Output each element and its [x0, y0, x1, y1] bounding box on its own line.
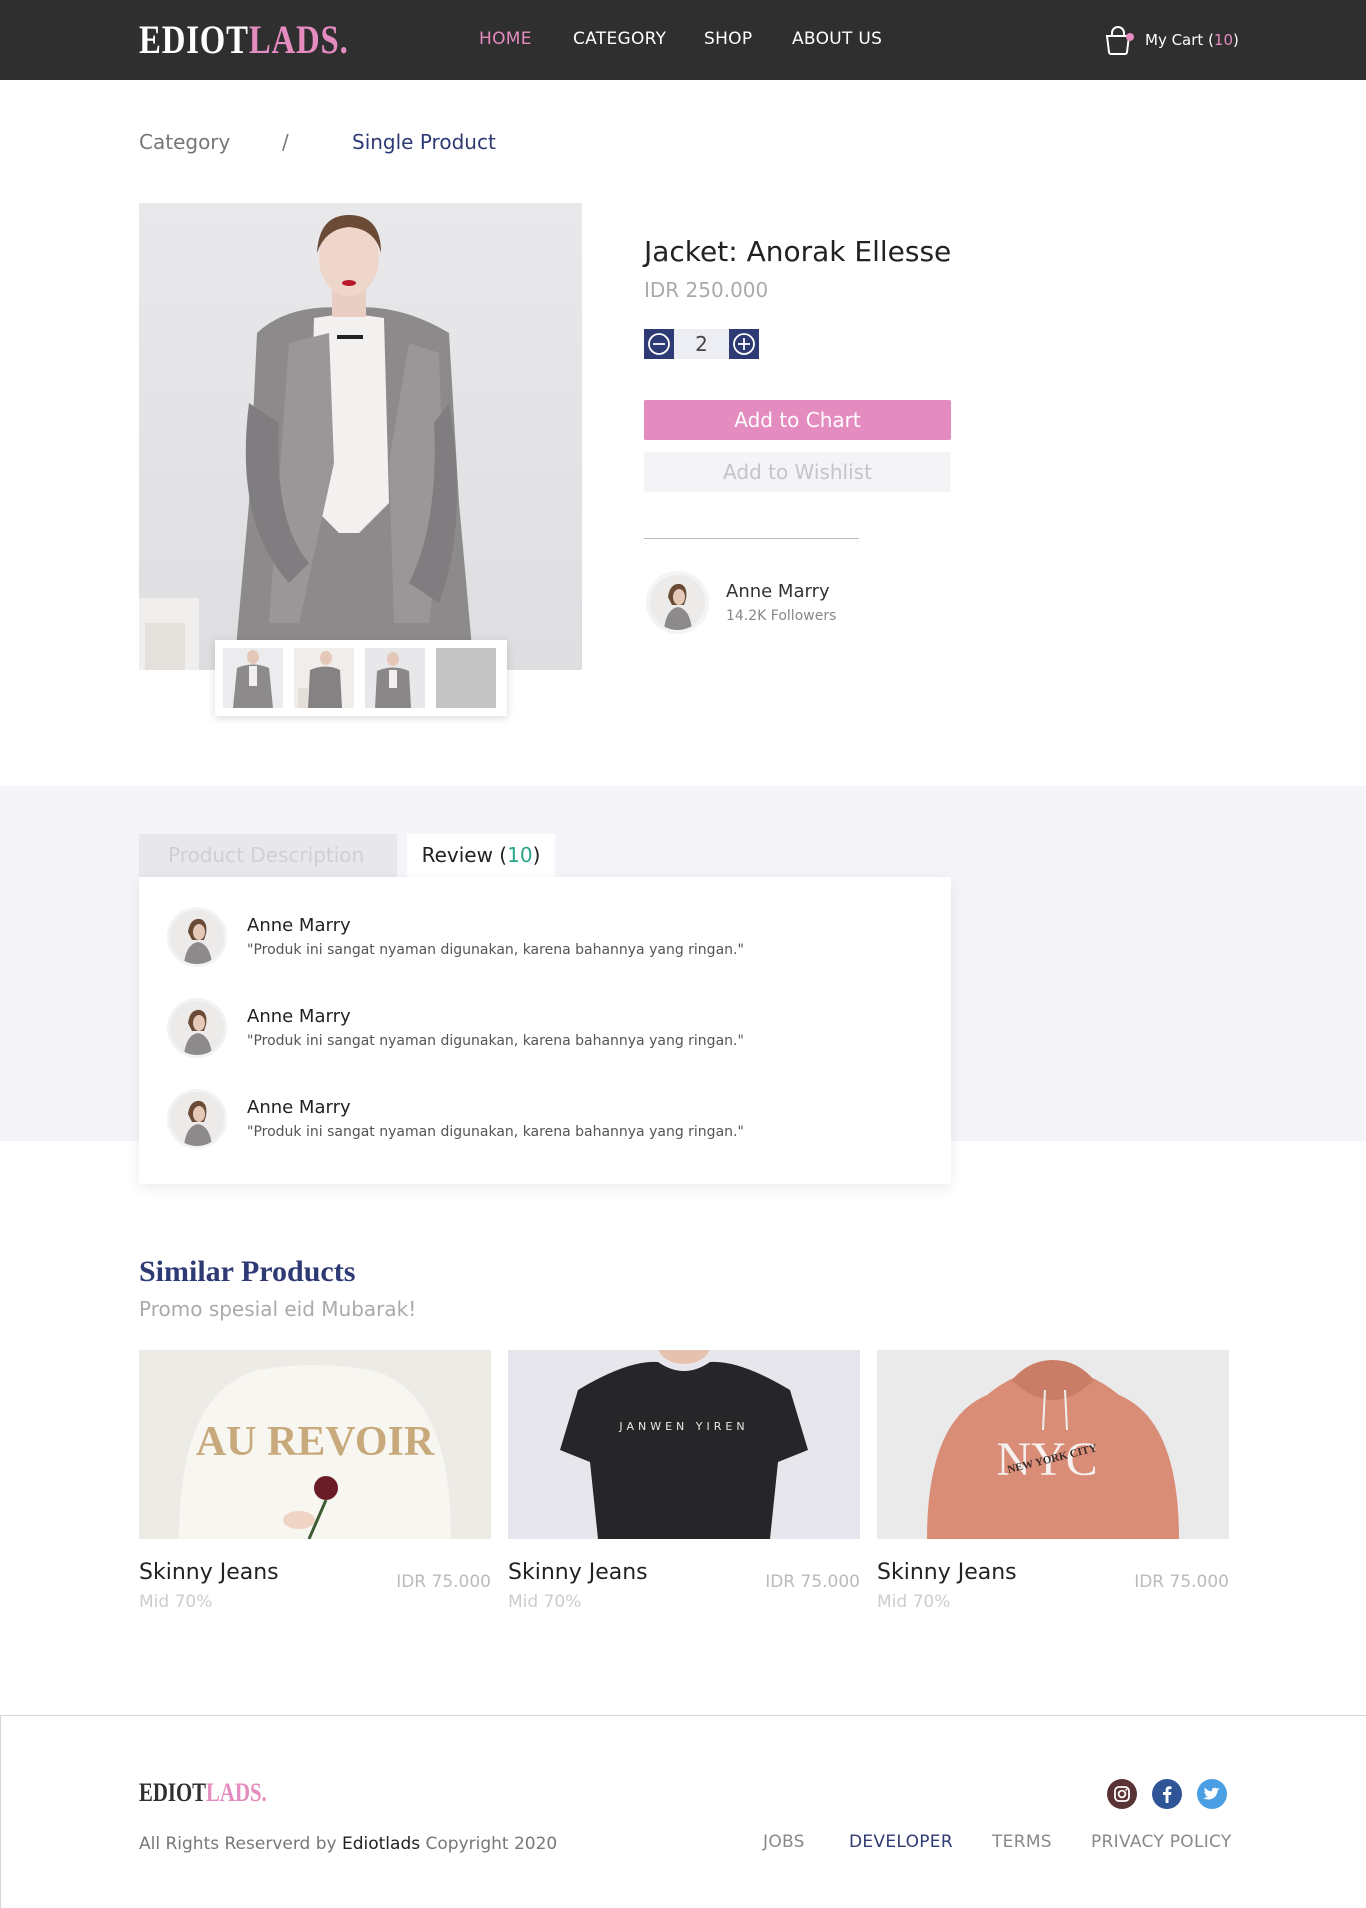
facebook-icon[interactable] — [1152, 1779, 1182, 1809]
product-card-image: NYC NEW YORK CITY — [877, 1350, 1229, 1539]
nav-shop[interactable]: SHOP — [704, 28, 752, 50]
product-card-price: IDR 75.000 — [1134, 1572, 1229, 1592]
breadcrumb-separator: / — [282, 130, 289, 154]
product-card[interactable]: JANWEN YIREN Skinny Jeans IDR 75.000 Mid… — [508, 1350, 860, 1620]
thumbnail-strip — [215, 640, 507, 716]
thumbnail-image — [294, 648, 354, 708]
product-card-name: Skinny Jeans — [139, 1560, 279, 1585]
product-main-image — [139, 203, 582, 670]
add-to-wishlist-button[interactable]: Add to Wishlist — [644, 452, 951, 492]
review-panel: Anne Marry "Produk ini sangat nyaman dig… — [139, 877, 951, 1184]
svg-text:AU REVOIR: AU REVOIR — [196, 1419, 435, 1465]
svg-text:JANWEN YIREN: JANWEN YIREN — [618, 1420, 748, 1433]
breadcrumb-category[interactable]: Category — [139, 129, 230, 155]
product-card-name: Skinny Jeans — [877, 1560, 1017, 1585]
instagram-icon[interactable] — [1107, 1779, 1137, 1809]
reviewer-avatar — [167, 1089, 227, 1149]
footer — [0, 1715, 1366, 1908]
seller-followers: 14.2K Followers — [726, 608, 837, 624]
nav-about-us[interactable]: ABOUT US — [792, 28, 882, 50]
footer-link-terms[interactable]: TERMS — [992, 1831, 1052, 1853]
thumbnail-3[interactable] — [365, 648, 425, 708]
thumbnail-1[interactable] — [223, 648, 283, 708]
tshirt-image: JANWEN YIREN — [508, 1350, 860, 1539]
seller-avatar[interactable] — [646, 571, 709, 634]
product-card-discount: Mid 70% — [508, 1592, 582, 1612]
quantity-increase-button[interactable] — [729, 329, 759, 359]
thumbnail-image — [365, 648, 425, 708]
thumbnail-image — [223, 648, 283, 708]
footer-link-privacy-policy[interactable]: PRIVACY POLICY — [1091, 1831, 1232, 1853]
product-card-discount: Mid 70% — [877, 1592, 951, 1612]
nav-category[interactable]: CATEGORY — [573, 28, 666, 50]
thumbnail-4[interactable] — [436, 648, 496, 708]
model-illustration — [139, 215, 474, 670]
product-price: IDR 250.000 — [644, 278, 769, 302]
reviewer-avatar — [167, 998, 227, 1058]
nav-home[interactable]: HOME — [479, 28, 532, 50]
review-text: "Produk ini sangat nyaman digunakan, kar… — [247, 1033, 744, 1049]
twitter-icon[interactable] — [1197, 1779, 1227, 1809]
cart-badge-dot — [1126, 33, 1134, 41]
sweater-image: AU REVOIR — [139, 1350, 491, 1539]
footer-logo[interactable]: EDIOTLADS. — [139, 1778, 267, 1808]
reviewer-name: Anne Marry — [247, 1006, 351, 1027]
quantity-input[interactable]: 2 — [674, 329, 729, 359]
review-text: "Produk ini sangat nyaman digunakan, kar… — [247, 942, 744, 958]
my-cart-link[interactable]: My Cart (10) — [1145, 30, 1239, 50]
product-card[interactable]: AU REVOIR Skinny Jeans IDR 75.000 Mid 70… — [139, 1350, 491, 1620]
brand-logo[interactable]: EDIOTLADS. — [139, 18, 349, 62]
page: EDIOTLADS. HOME CATEGORY SHOP ABOUT US M… — [0, 0, 1366, 1908]
product-card-price: IDR 75.000 — [765, 1572, 860, 1592]
add-to-cart-button[interactable]: Add to Chart — [644, 400, 951, 440]
tab-product-description[interactable]: Product Description — [139, 834, 397, 877]
cart-count: 10 — [1213, 31, 1234, 49]
avatar-image — [170, 910, 224, 964]
twitter-glyph — [1202, 1787, 1220, 1800]
thumbnail-2[interactable] — [294, 648, 354, 708]
similar-products-subtitle: Promo spesial eid Mubarak! — [139, 1297, 417, 1321]
product-card-image: JANWEN YIREN — [508, 1350, 860, 1539]
product-card-name: Skinny Jeans — [508, 1560, 648, 1585]
reviewer-name: Anne Marry — [247, 1097, 351, 1118]
breadcrumb-current: Single Product — [352, 130, 496, 154]
reviewer-avatar — [167, 907, 227, 967]
hoodie-image: NYC NEW YORK CITY — [877, 1350, 1229, 1539]
product-title: Jacket: Anorak Ellesse — [644, 235, 952, 268]
tab-review[interactable]: Review (10) — [407, 834, 555, 877]
copyright-text: All Rights Reserverd by Ediotlads Copyri… — [139, 1834, 558, 1854]
review-count: 10 — [507, 843, 533, 867]
review-text: "Produk ini sangat nyaman digunakan, kar… — [247, 1124, 744, 1140]
product-card-discount: Mid 70% — [139, 1592, 213, 1612]
footer-link-developer[interactable]: DEVELOPER — [849, 1831, 953, 1853]
seller-name[interactable]: Anne Marry — [726, 580, 830, 604]
reviewer-name: Anne Marry — [247, 915, 351, 936]
avatar-image — [170, 1001, 224, 1055]
similar-products-title: Similar Products — [139, 1255, 356, 1288]
top-navbar: EDIOTLADS. HOME CATEGORY SHOP ABOUT US M… — [0, 0, 1366, 80]
minus-circle-icon — [648, 333, 670, 355]
facebook-glyph — [1163, 1786, 1172, 1803]
instagram-glyph — [1114, 1786, 1130, 1802]
product-card[interactable]: NYC NEW YORK CITY Skinny Jeans IDR 75.00… — [877, 1350, 1229, 1620]
product-card-price: IDR 75.000 — [396, 1572, 491, 1592]
footer-link-jobs[interactable]: JOBS — [763, 1831, 805, 1853]
avatar-image — [170, 1092, 224, 1146]
product-card-image: AU REVOIR — [139, 1350, 491, 1539]
avatar-image — [650, 575, 705, 630]
plus-circle-icon — [733, 333, 755, 355]
quantity-decrease-button[interactable] — [644, 329, 674, 359]
divider — [644, 538, 859, 539]
